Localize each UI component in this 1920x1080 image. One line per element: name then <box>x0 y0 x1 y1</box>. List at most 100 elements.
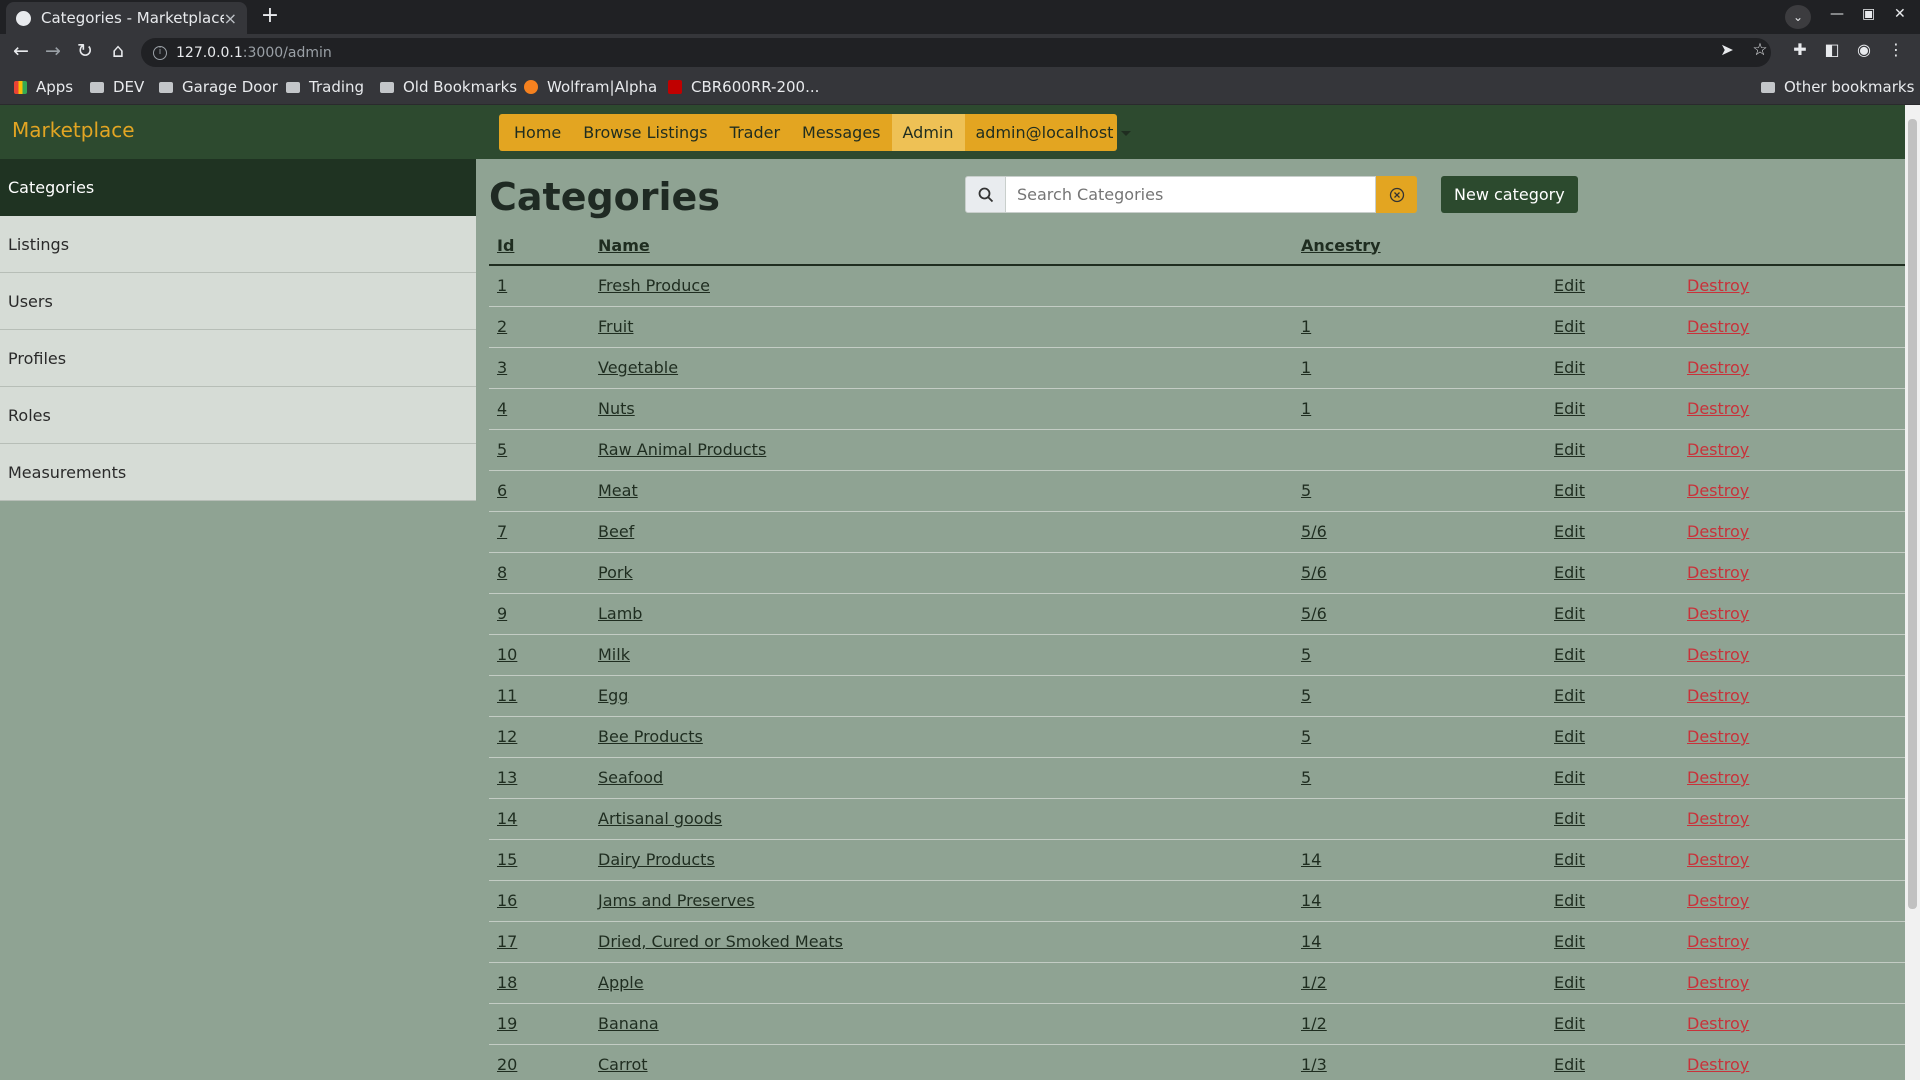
destroy-link[interactable]: Destroy <box>1687 522 1749 541</box>
destroy-link[interactable]: Destroy <box>1687 727 1749 746</box>
edit-link[interactable]: Edit <box>1554 891 1585 910</box>
destroy-link[interactable]: Destroy <box>1687 399 1749 418</box>
brand-link[interactable]: Marketplace <box>12 118 135 142</box>
extensions-icon[interactable]: ✚ <box>1788 40 1812 59</box>
category-name-link[interactable]: Jams and Preserves <box>598 891 755 910</box>
edit-link[interactable]: Edit <box>1554 563 1585 582</box>
bookmark-folder-garage-door[interactable]: Garage Door <box>159 78 278 96</box>
category-id-link[interactable]: 16 <box>497 891 517 910</box>
edit-link[interactable]: Edit <box>1554 317 1585 336</box>
category-ancestry-link[interactable]: 5 <box>1301 481 1311 500</box>
destroy-link[interactable]: Destroy <box>1687 809 1749 828</box>
category-name-link[interactable]: Beef <box>598 522 634 541</box>
category-ancestry-link[interactable]: 1 <box>1301 358 1311 377</box>
destroy-link[interactable]: Destroy <box>1687 850 1749 869</box>
bookmark-apps[interactable]: Apps <box>14 78 73 96</box>
category-name-link[interactable]: Seafood <box>598 768 663 787</box>
bookmark-cbr600rr[interactable]: CBR600RR-200... <box>668 78 819 96</box>
sidebar-item-roles[interactable]: Roles <box>0 387 476 444</box>
category-ancestry-link[interactable]: 14 <box>1301 850 1321 869</box>
destroy-link[interactable]: Destroy <box>1687 686 1749 705</box>
category-id-link[interactable]: 2 <box>497 317 507 336</box>
category-ancestry-link[interactable]: 5 <box>1301 686 1311 705</box>
user-menu-dropdown[interactable]: admin@localhost <box>965 114 1143 151</box>
category-name-link[interactable]: Nuts <box>598 399 635 418</box>
category-id-link[interactable]: 10 <box>497 645 517 664</box>
destroy-link[interactable]: Destroy <box>1687 604 1749 623</box>
category-name-link[interactable]: Raw Animal Products <box>598 440 766 459</box>
edit-link[interactable]: Edit <box>1554 973 1585 992</box>
address-bar[interactable]: i 127.0.0.1:3000/admin <box>141 38 1771 67</box>
search-button[interactable] <box>965 176 1006 213</box>
destroy-link[interactable]: Destroy <box>1687 891 1749 910</box>
bookmark-folder-dev[interactable]: DEV <box>90 78 144 96</box>
sort-by-id-header[interactable]: Id <box>489 226 590 266</box>
bookmark-wolfram-alpha[interactable]: Wolfram|Alpha <box>524 78 657 96</box>
sidebar-item-measurements[interactable]: Measurements <box>0 444 476 501</box>
category-id-link[interactable]: 7 <box>497 522 507 541</box>
category-name-link[interactable]: Dairy Products <box>598 850 715 869</box>
bookmark-star-icon[interactable]: ☆ <box>1748 40 1772 60</box>
destroy-link[interactable]: Destroy <box>1687 1055 1749 1074</box>
category-id-link[interactable]: 20 <box>497 1055 517 1074</box>
side-panel-icon[interactable]: ◧ <box>1820 40 1844 59</box>
category-ancestry-link[interactable]: 1/3 <box>1301 1055 1327 1074</box>
category-ancestry-link[interactable]: 5/6 <box>1301 563 1327 582</box>
edit-link[interactable]: Edit <box>1554 604 1585 623</box>
bookmark-other-bookmarks[interactable]: Other bookmarks <box>1761 78 1914 96</box>
nav-admin[interactable]: Admin <box>891 114 965 151</box>
category-ancestry-link[interactable]: 5/6 <box>1301 522 1327 541</box>
home-icon[interactable]: ⌂ <box>106 40 130 62</box>
destroy-link[interactable]: Destroy <box>1687 973 1749 992</box>
reload-icon[interactable]: ↻ <box>73 40 97 62</box>
category-id-link[interactable]: 18 <box>497 973 517 992</box>
category-name-link[interactable]: Fresh Produce <box>598 276 710 295</box>
bookmark-folder-trading[interactable]: Trading <box>286 78 364 96</box>
sidebar-item-profiles[interactable]: Profiles <box>0 330 476 387</box>
category-name-link[interactable]: Fruit <box>598 317 633 336</box>
category-ancestry-link[interactable]: 14 <box>1301 891 1321 910</box>
sidebar-item-listings[interactable]: Listings <box>0 216 476 273</box>
edit-link[interactable]: Edit <box>1554 358 1585 377</box>
page-scrollbar[interactable] <box>1905 105 1920 1080</box>
edit-link[interactable]: Edit <box>1554 481 1585 500</box>
category-name-link[interactable]: Milk <box>598 645 630 664</box>
category-id-link[interactable]: 19 <box>497 1014 517 1033</box>
category-id-link[interactable]: 9 <box>497 604 507 623</box>
new-tab-button[interactable]: + <box>258 5 282 29</box>
destroy-link[interactable]: Destroy <box>1687 317 1749 336</box>
edit-link[interactable]: Edit <box>1554 686 1585 705</box>
destroy-link[interactable]: Destroy <box>1687 932 1749 951</box>
destroy-link[interactable]: Destroy <box>1687 440 1749 459</box>
category-name-link[interactable]: Bee Products <box>598 727 703 746</box>
edit-link[interactable]: Edit <box>1554 1055 1585 1074</box>
category-name-link[interactable]: Lamb <box>598 604 642 623</box>
category-name-link[interactable]: Carrot <box>598 1055 648 1074</box>
category-ancestry-link[interactable]: 5 <box>1301 645 1311 664</box>
category-name-link[interactable]: Vegetable <box>598 358 678 377</box>
minimize-icon[interactable]: — <box>1830 6 1844 22</box>
close-window-icon[interactable]: ✕ <box>1894 6 1906 22</box>
category-ancestry-link[interactable]: 1 <box>1301 399 1311 418</box>
nav-browse-listings[interactable]: Browse Listings <box>572 114 718 151</box>
category-ancestry-link[interactable]: 5/6 <box>1301 604 1327 623</box>
sidebar-item-categories[interactable]: Categories <box>0 159 476 216</box>
edit-link[interactable]: Edit <box>1554 440 1585 459</box>
category-id-link[interactable]: 13 <box>497 768 517 787</box>
category-id-link[interactable]: 6 <box>497 481 507 500</box>
destroy-link[interactable]: Destroy <box>1687 645 1749 664</box>
category-id-link[interactable]: 3 <box>497 358 507 377</box>
site-info-icon[interactable]: i <box>153 45 167 60</box>
destroy-link[interactable]: Destroy <box>1687 1014 1749 1033</box>
sort-by-ancestry-header[interactable]: Ancestry <box>1293 226 1546 266</box>
category-name-link[interactable]: Apple <box>598 973 644 992</box>
category-name-link[interactable]: Egg <box>598 686 628 705</box>
category-id-link[interactable]: 11 <box>497 686 517 705</box>
sort-by-name-header[interactable]: Name <box>590 226 1293 266</box>
browser-menu-icon[interactable]: ⋮ <box>1884 40 1908 59</box>
scrollbar-thumb[interactable] <box>1908 119 1917 909</box>
category-ancestry-link[interactable]: 5 <box>1301 768 1311 787</box>
sidebar-item-users[interactable]: Users <box>0 273 476 330</box>
category-ancestry-link[interactable]: 5 <box>1301 727 1311 746</box>
destroy-link[interactable]: Destroy <box>1687 481 1749 500</box>
